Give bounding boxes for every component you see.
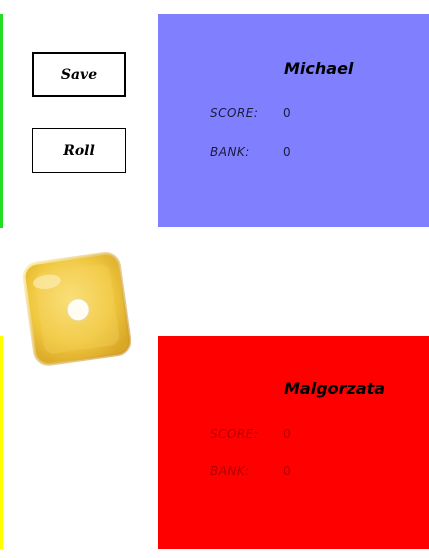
player-panel-1: Michael SCORE: 0 BANK: 0 xyxy=(158,14,429,227)
score-label: SCORE: xyxy=(210,427,259,441)
save-button[interactable]: Save xyxy=(32,52,126,97)
bank-label: BANK: xyxy=(210,464,250,478)
bank-label: BANK: xyxy=(210,145,250,159)
score-value: 0 xyxy=(283,106,291,120)
roll-button[interactable]: Roll xyxy=(32,128,126,173)
player-panel-2: Malgorzata SCORE: 0 BANK: 0 xyxy=(158,336,429,549)
score-label: SCORE: xyxy=(210,106,259,120)
bank-value: 0 xyxy=(283,145,291,159)
turn-indicator-bar-bottom xyxy=(0,336,3,549)
bank-value: 0 xyxy=(283,464,291,478)
player-name: Michael xyxy=(284,59,354,78)
die-face-one-icon[interactable] xyxy=(21,250,131,368)
score-value: 0 xyxy=(283,427,291,441)
turn-indicator-bar-top xyxy=(0,14,3,228)
player-name: Malgorzata xyxy=(284,379,386,398)
